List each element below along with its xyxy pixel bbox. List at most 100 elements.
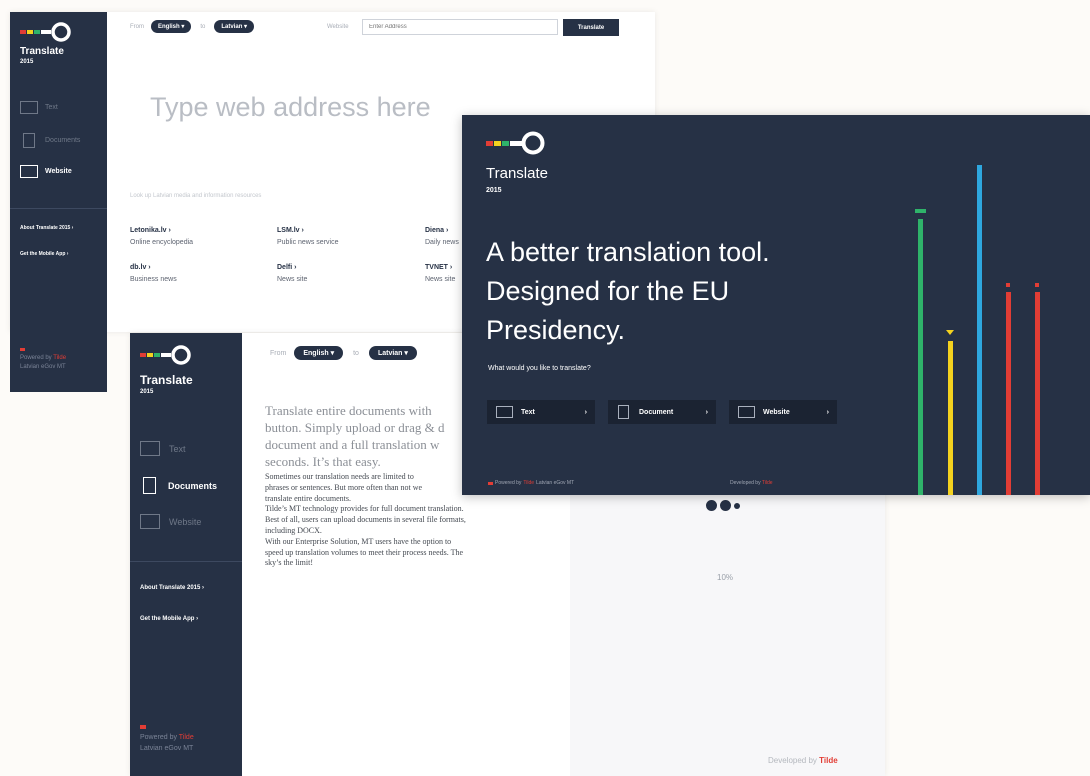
nav-text[interactable]: Text	[140, 441, 186, 456]
intro-line: Translate entire documents with	[265, 403, 432, 418]
nav-text[interactable]: Text	[20, 101, 58, 114]
mobile-app-link[interactable]: Get the Mobile App ›	[20, 251, 68, 257]
nav-website-label: Website	[45, 168, 72, 175]
resource-title-text: LSM.lv	[277, 227, 300, 234]
to-language-value: Latvian	[221, 24, 243, 30]
powered-by: Powered by Tilde Latvian eGov MT	[488, 480, 574, 486]
body-line: speed up translation volumes to meet the…	[265, 547, 464, 557]
resource-title-text: TVNET	[425, 264, 448, 271]
developed-by-brand: Tilde	[761, 480, 773, 486]
brand-name: Translate	[140, 373, 193, 387]
body-line: Best of all, users can upload documents …	[265, 515, 466, 525]
translate-button[interactable]: Translate	[563, 19, 619, 36]
tilde-mark	[140, 725, 146, 729]
document-icon	[618, 405, 629, 419]
decor-bar-red-1	[1006, 292, 1011, 495]
decor-bar-red-1-cap	[1006, 283, 1010, 287]
text-icon	[20, 101, 38, 114]
powered-by-brand: Tilde	[523, 480, 535, 486]
resources-hint: Look up Latvian media and information re…	[130, 193, 262, 199]
resource-subtitle: Public news service	[277, 239, 339, 246]
website-icon	[20, 165, 38, 178]
document-button-label: Document	[639, 408, 674, 416]
tilde-mark	[20, 348, 25, 351]
nav-documents[interactable]: Documents	[20, 133, 80, 148]
nav-text-label: Text	[169, 443, 186, 454]
decor-bar-yellow-cap	[946, 330, 954, 335]
developed-by: Developed by Tilde	[768, 756, 838, 765]
mobile-app-link-label: Get the Mobile App	[140, 616, 195, 622]
translate-website-button[interactable]: Website ›	[729, 400, 837, 424]
from-language-select[interactable]: English ▾	[151, 20, 192, 33]
resource-subtitle: Online encyclopedia	[130, 239, 194, 246]
brand-name: Translate	[486, 165, 548, 182]
resource-subtitle: Business news	[130, 276, 177, 283]
website-icon	[738, 406, 755, 418]
nav-website[interactable]: Website	[140, 514, 201, 529]
about-link[interactable]: About Translate 2015 ›	[20, 225, 73, 231]
body-line: including DOCX.	[265, 525, 322, 535]
to-language-select[interactable]: Latvian ▾	[214, 20, 255, 33]
documents-intro: Translate entire documents with button. …	[265, 402, 465, 470]
text-icon	[140, 441, 160, 456]
powered-by-prefix: Powered by	[140, 734, 177, 741]
decor-bar-yellow	[948, 341, 953, 495]
document-icon	[143, 477, 156, 494]
nav-documents[interactable]: Documents	[140, 477, 217, 494]
body-line: With our Enterprise Solution, MT users h…	[265, 536, 452, 546]
resource-item[interactable]: db.lv › Business news	[130, 262, 177, 286]
intro-line: document and a full translation w	[265, 437, 440, 452]
loading-dots-icon	[706, 500, 740, 511]
powered-by-line2: Latvian eGov MT	[536, 480, 575, 486]
translate-document-button[interactable]: Document ›	[608, 400, 716, 424]
mobile-app-link[interactable]: Get the Mobile App ›	[140, 616, 198, 622]
mobile-app-link-label: Get the Mobile App	[20, 251, 66, 257]
body-line: sky’s the limit!	[265, 558, 313, 568]
about-link-label: About Translate 2015	[20, 225, 71, 231]
translate-text-button[interactable]: Text ›	[487, 400, 595, 424]
translate-button-label: Translate	[577, 24, 605, 31]
headline-line: Designed for the EU	[486, 276, 730, 306]
decor-bar-red-2-cap	[1035, 283, 1039, 287]
intro-line: seconds. It’s that easy.	[265, 454, 381, 469]
from-label: From	[130, 23, 144, 30]
resource-title: LSM.lv ›	[277, 227, 304, 234]
translate-logo	[486, 129, 548, 157]
text-icon	[496, 406, 513, 418]
from-language-select[interactable]: English ▾	[294, 346, 344, 360]
resource-title: Delfi ›	[277, 264, 297, 271]
powered-by-line2: Latvian eGov MT	[20, 364, 66, 370]
developed-by-prefix: Developed by	[730, 480, 761, 486]
resource-item[interactable]: Delfi › News site	[277, 262, 307, 286]
decor-bar-blue	[977, 165, 982, 495]
to-language-select[interactable]: Latvian ▾	[368, 346, 417, 360]
upload-progress-text: 10%	[717, 573, 734, 582]
website-button-label: Website	[763, 408, 790, 416]
resource-item[interactable]: Letonika.lv › Online encyclopedia	[130, 225, 193, 249]
chevron-right-icon: ›	[705, 408, 708, 416]
chevron-right-icon: ›	[584, 408, 587, 416]
translate-logo	[20, 20, 74, 44]
decor-bar-green	[918, 219, 923, 495]
website-icon	[140, 514, 160, 529]
chevron-right-icon: ›	[826, 408, 829, 416]
documents-language-bar: From English ▾ to Latvian ▾	[270, 346, 417, 360]
resource-item[interactable]: LSM.lv › Public news service	[277, 225, 338, 249]
resource-item[interactable]: TVNET › News site	[425, 262, 455, 286]
resource-title-text: db.lv	[130, 264, 147, 271]
text-button-label: Text	[521, 408, 535, 416]
from-language-value: English	[303, 350, 329, 357]
brand-name: Translate	[20, 46, 64, 57]
powered-by: Powered by Tilde Latvian eGov MT	[140, 725, 194, 754]
to-label: to	[200, 23, 206, 30]
developed-by-brand: Tilde	[819, 756, 838, 765]
website-address-input[interactable]	[362, 19, 558, 35]
from-language-value: English	[158, 24, 180, 30]
headline-line: A better translation tool.	[486, 237, 770, 267]
about-link[interactable]: About Translate 2015 ›	[140, 585, 204, 591]
home-screen: Translate 2015 A better translation tool…	[462, 115, 1090, 495]
nav-website[interactable]: Website	[20, 165, 72, 178]
resource-item[interactable]: Diena › Daily news	[425, 225, 459, 249]
web-address-placeholder[interactable]: Type web address here	[150, 92, 431, 123]
powered-by-brand: Tilde	[178, 734, 194, 741]
